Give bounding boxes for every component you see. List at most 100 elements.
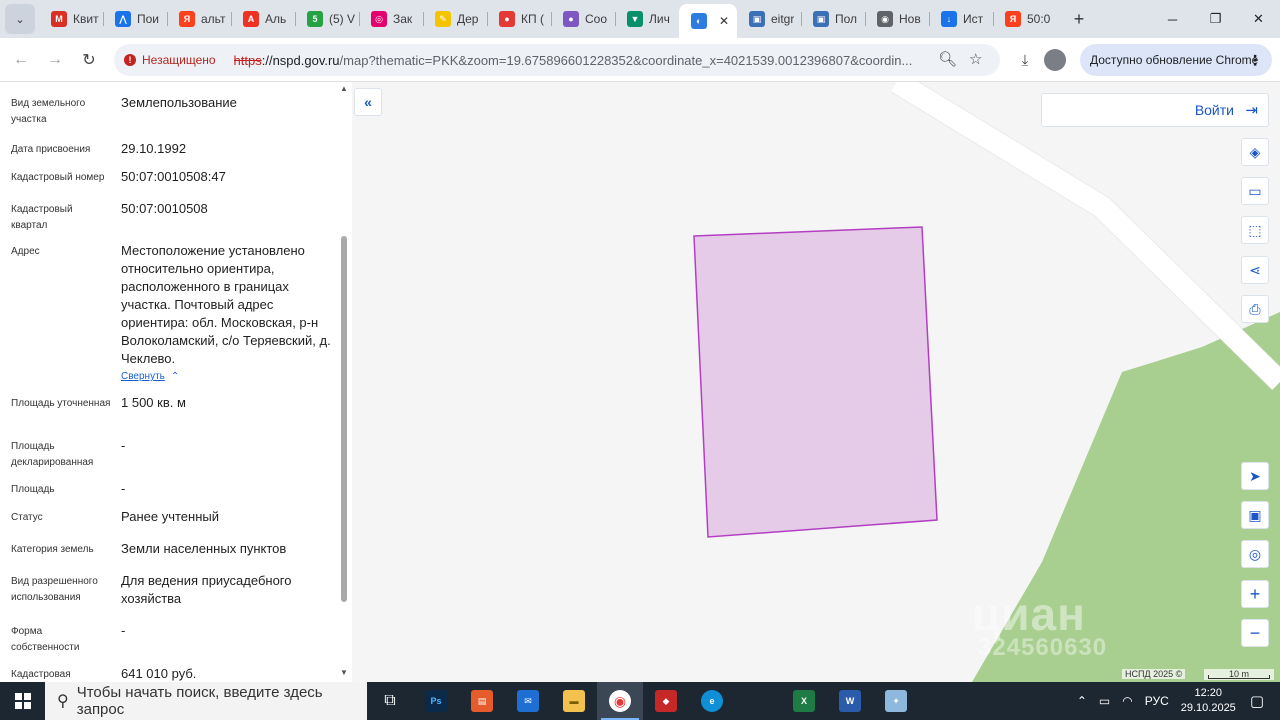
collapse-address-link[interactable]: Свернуть ⌃ bbox=[121, 371, 179, 382]
field-label: Кадастровый квартал bbox=[11, 204, 73, 231]
task-view-button[interactable]: ⧉ bbox=[367, 682, 413, 720]
tab-title: альт bbox=[201, 12, 226, 26]
clock[interactable]: 12:20 29.10.2025 bbox=[1181, 686, 1236, 716]
minimap-icon: ▣ bbox=[1248, 506, 1262, 523]
browser-tab[interactable]: ▼ Лич bbox=[615, 4, 679, 34]
menu-dots-icon[interactable]: ⋮ bbox=[1248, 52, 1262, 69]
share-button[interactable]: ⋖ bbox=[1241, 256, 1269, 284]
ruler-button[interactable]: ▭ bbox=[1241, 177, 1269, 205]
layers-icon: ◈ bbox=[1249, 143, 1261, 160]
tray-expand-icon[interactable]: ⌃ bbox=[1077, 694, 1087, 708]
browser-tab[interactable]: ◎ Зак bbox=[359, 4, 423, 34]
browser-tab[interactable]: Яальт bbox=[167, 4, 231, 34]
field-label: Форма собственности bbox=[11, 626, 80, 653]
panel-scrollbar[interactable]: ▲ ▼ bbox=[338, 82, 350, 682]
browser-tab[interactable]: ✎ Дер bbox=[423, 4, 487, 34]
language-indicator[interactable]: РУС bbox=[1145, 694, 1169, 708]
field-value: 29.10.1992 bbox=[121, 141, 187, 156]
reload-button[interactable]: ↻ bbox=[72, 43, 106, 77]
url-host: ://nspd.gov.ru bbox=[261, 52, 340, 68]
browser-tab[interactable]: ● КП ( bbox=[487, 4, 551, 34]
locate-button[interactable]: ➤ bbox=[1241, 462, 1269, 490]
taskbar-search-box[interactable]: ⚲ Чтобы начать поиск, введите здесь запр… bbox=[45, 682, 367, 720]
chrome-app[interactable]: ◉ bbox=[597, 682, 643, 720]
tab-title: 50:0 bbox=[1027, 12, 1051, 26]
bookmark-star-icon[interactable]: ☆ bbox=[969, 50, 982, 68]
scroll-up-icon[interactable]: ▲ bbox=[340, 84, 348, 93]
browser-tab[interactable]: ◉ Нов bbox=[865, 4, 929, 34]
map-canvas[interactable] bbox=[352, 82, 1280, 682]
zoom-icon[interactable]: 🔍︎ bbox=[938, 50, 957, 68]
battery-icon[interactable]: ▭ bbox=[1099, 694, 1110, 708]
sketchup-icon: ◆ bbox=[655, 690, 677, 712]
scroll-down-icon[interactable]: ▼ bbox=[340, 668, 348, 677]
browser-toolbar: ← → ↻ ! Незащищено https://nspd.gov.ru/m… bbox=[0, 38, 1280, 82]
image-icon: ▣ bbox=[749, 11, 765, 27]
browser-tab[interactable]: ↓ Ист bbox=[929, 4, 993, 34]
browser-tab[interactable]: ▣ eitgr bbox=[737, 4, 801, 34]
land-parcel-polygon[interactable] bbox=[693, 226, 938, 538]
word-app[interactable]: W bbox=[827, 682, 873, 720]
zoom-in-button[interactable]: + bbox=[1241, 580, 1269, 608]
word-icon: W bbox=[839, 690, 861, 712]
paint-app[interactable]: ✦ bbox=[873, 682, 919, 720]
excel-app[interactable]: X bbox=[781, 682, 827, 720]
field-value: Ранее учтенный bbox=[121, 509, 219, 524]
field-value: Землепользование bbox=[121, 95, 237, 110]
browser-tab[interactable]: M Квит bbox=[39, 4, 103, 34]
notifications-icon[interactable]: ▢ bbox=[1250, 692, 1264, 710]
tab-title: Дер bbox=[457, 12, 479, 26]
browser-tab[interactable]: ▣ Пол bbox=[801, 4, 865, 34]
profile-avatar[interactable] bbox=[1044, 49, 1066, 71]
url-text[interactable]: https://nspd.gov.ru/map?thematic=PKK&zoo… bbox=[234, 53, 934, 68]
tab-search-button[interactable]: ⌄ bbox=[5, 4, 35, 34]
update-label: Доступно обновление Chrome bbox=[1090, 53, 1259, 67]
layers-button[interactable]: ◈ bbox=[1241, 138, 1269, 166]
tab-title: Аль bbox=[265, 12, 287, 26]
minimize-button[interactable]: ─ bbox=[1151, 0, 1194, 38]
cadastral-map[interactable]: « Войти ⇥ ◈ ▭ ⬚ ⋖ ⎙ ➤ ▣ ◎ + − циан 32456… bbox=[352, 82, 1280, 682]
browser-tab[interactable]: Я 50:0 bbox=[993, 4, 1057, 34]
map-copyright: НСПД 2025 © bbox=[1122, 669, 1186, 679]
outlook-app[interactable]: ✉ bbox=[505, 682, 551, 720]
start-button[interactable] bbox=[0, 682, 45, 720]
login-button[interactable]: Войти ⇥ bbox=[1041, 93, 1269, 127]
scale-bar: 10 m bbox=[1204, 669, 1274, 680]
minimap-button[interactable]: ▣ bbox=[1241, 501, 1269, 529]
zoom-out-button[interactable]: − bbox=[1241, 619, 1269, 647]
tab-close-icon[interactable]: ✕ bbox=[719, 14, 729, 28]
browser-tab[interactable]: ⋀ Пои bbox=[103, 4, 167, 34]
file-explorer-app[interactable]: ▬ bbox=[551, 682, 597, 720]
restore-button[interactable]: ❐ bbox=[1194, 0, 1237, 38]
ms-office-app[interactable]: ▤ bbox=[459, 682, 505, 720]
new-tab-button[interactable]: + bbox=[1065, 5, 1093, 33]
parcel-info-panel: Вид земельного участка Землепользование Да… bbox=[0, 82, 352, 682]
download-icon[interactable]: ⤓ bbox=[1012, 46, 1038, 74]
sketchup-app[interactable]: ◆ bbox=[643, 682, 689, 720]
wifi-icon[interactable]: ◠ bbox=[1122, 694, 1132, 708]
forward-button[interactable]: → bbox=[38, 43, 72, 77]
browser-tab[interactable]: 5 (5) V bbox=[295, 4, 359, 34]
close-window-button[interactable]: ✕ bbox=[1237, 0, 1280, 38]
search-location-button[interactable]: ◎ bbox=[1241, 540, 1269, 568]
print-button[interactable]: ⎙ bbox=[1241, 295, 1269, 323]
collapse-panel-button[interactable]: « bbox=[354, 88, 382, 116]
field-label: Площадь уточненная bbox=[11, 398, 111, 409]
url-scheme: https bbox=[233, 52, 262, 68]
browser-tab[interactable]: ◐ ✕ bbox=[679, 4, 737, 38]
ruler-icon: ▭ bbox=[1248, 182, 1262, 199]
scroll-thumb[interactable] bbox=[341, 236, 347, 602]
browser-tab[interactable]: ● Соо bbox=[551, 4, 615, 34]
bubbles-icon: ● bbox=[563, 11, 579, 27]
address-bar[interactable]: ! Незащищено https://nspd.gov.ru/map?the… bbox=[114, 44, 1000, 76]
chrome-update-button[interactable]: Доступно обновление Chrome ⋮ bbox=[1080, 44, 1272, 76]
select-area-button[interactable]: ⬚ bbox=[1241, 216, 1269, 244]
photoshop-app[interactable]: Ps bbox=[413, 682, 459, 720]
edge-app[interactable]: e bbox=[689, 682, 735, 720]
browser-tab[interactable]: А Аль bbox=[231, 4, 295, 34]
tab-title: Квит bbox=[73, 12, 99, 26]
back-button[interactable]: ← bbox=[4, 43, 38, 77]
security-indicator[interactable]: ! Незащищено bbox=[120, 48, 226, 72]
field-value: Для ведения приусадебного хозяйства bbox=[121, 573, 292, 606]
navigation-arrow-icon: ➤ bbox=[1249, 467, 1261, 484]
